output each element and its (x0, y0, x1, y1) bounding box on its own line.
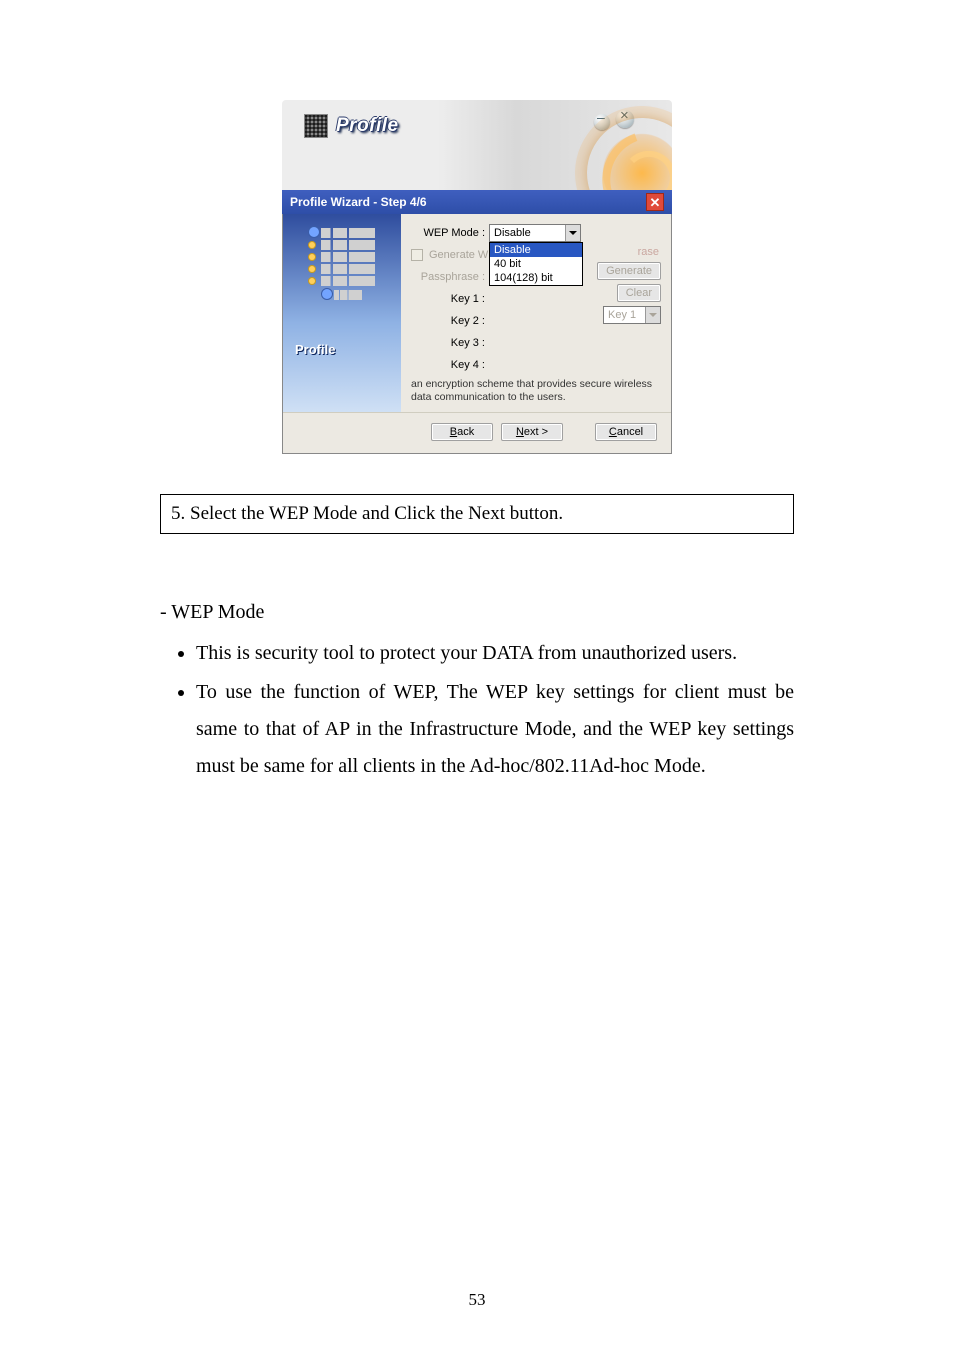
key3-label: Key 3 : (411, 337, 489, 349)
wizard-footer: Back Next > Cancel (283, 412, 671, 453)
default-key-select[interactable]: Key 1 (603, 306, 661, 324)
wep-mode-select[interactable]: Disable (489, 224, 581, 242)
chevron-down-icon (645, 307, 660, 323)
minimize-button[interactable] (594, 114, 610, 130)
passphrase-suffix-label: rase (638, 246, 661, 258)
wep-mode-heading: - WEP Mode (160, 594, 794, 631)
key2-label: Key 2 : (411, 315, 489, 327)
side-panel-label: Profile (283, 342, 401, 357)
generate-button[interactable]: Generate (597, 262, 661, 280)
app-banner: Profile (282, 100, 672, 190)
wep-mode-option-104bit[interactable]: 104(128) bit (490, 271, 582, 285)
key1-label: Key 1 : (411, 293, 489, 305)
app-title: Profile (336, 115, 399, 137)
key4-label: Key 4 : (411, 359, 489, 371)
wep-info-text: an encryption scheme that provides secur… (411, 378, 661, 404)
wizard-body: Profile WEP Mode : Disable (282, 214, 672, 454)
page-number: 53 (0, 1290, 954, 1310)
wizard-side-panel: Profile (283, 214, 401, 412)
cancel-button[interactable]: Cancel (595, 423, 657, 441)
body-section: - WEP Mode This is security tool to prot… (160, 594, 794, 785)
passphrase-label: Passphrase : (411, 271, 489, 283)
default-key-value: Key 1 (608, 309, 636, 321)
chevron-down-icon (565, 225, 580, 241)
bullet-1: This is security tool to protect your DA… (196, 635, 794, 672)
wizard-close-button[interactable]: ✕ (646, 193, 664, 211)
wizard-form: WEP Mode : Disable Disable 40 bit 104(12… (401, 214, 671, 412)
figure-caption: 5. Select the WEP Mode and Click the Nex… (160, 494, 794, 534)
wizard-titlebar: Profile Wizard - Step 4/6 ✕ (282, 190, 672, 214)
wep-mode-label: WEP Mode : (411, 227, 489, 239)
back-button[interactable]: Back (431, 423, 493, 441)
side-panel-graphic (309, 226, 375, 306)
wep-mode-option-disable[interactable]: Disable (490, 243, 582, 257)
bullet-2: To use the function of WEP, The WEP key … (196, 674, 794, 785)
generate-passphrase-checkbox[interactable] (411, 249, 423, 261)
wizard-title: Profile Wizard - Step 4/6 (290, 195, 427, 209)
wizard-screenshot: Profile Profile Wizard - Step 4/6 ✕ (282, 100, 672, 454)
wep-mode-option-40bit[interactable]: 40 bit (490, 257, 582, 271)
wep-mode-value: Disable (494, 227, 531, 239)
app-icon (304, 114, 328, 138)
cancel-button-rest: ancel (617, 426, 643, 438)
back-button-rest: ack (457, 426, 474, 438)
next-button[interactable]: Next > (501, 423, 563, 441)
wep-mode-dropdown-list[interactable]: Disable 40 bit 104(128) bit (489, 242, 583, 286)
next-button-rest: ext > (524, 426, 548, 438)
clear-button[interactable]: Clear (617, 284, 661, 302)
right-button-column: rase Generate Clear Key 1 (601, 246, 661, 324)
